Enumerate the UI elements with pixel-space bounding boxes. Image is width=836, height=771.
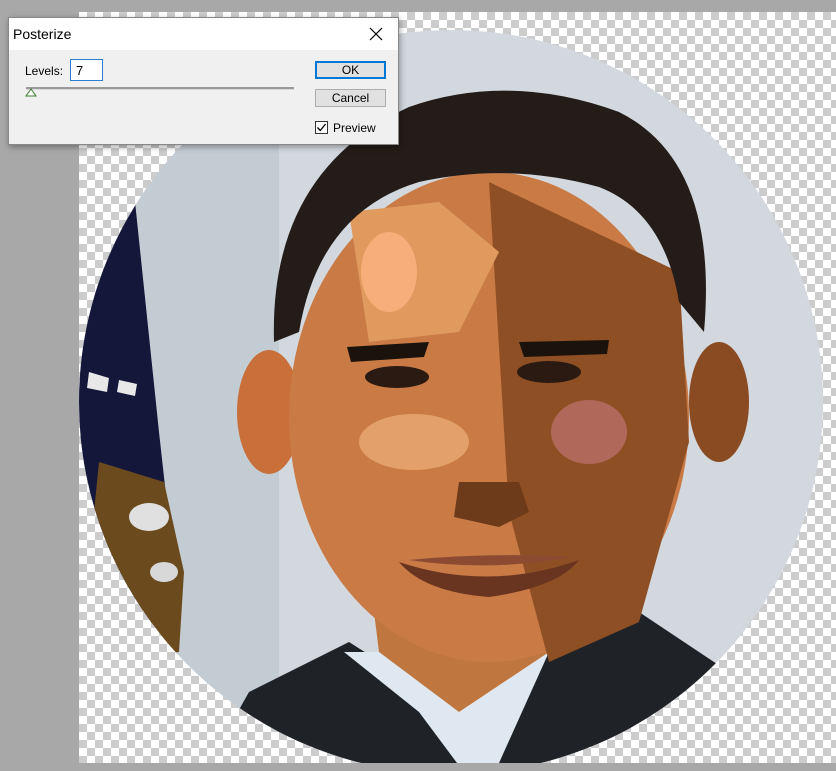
preview-label: Preview: [333, 121, 376, 135]
levels-slider-track[interactable]: [26, 87, 294, 90]
close-icon: [369, 27, 383, 41]
posterize-dialog: Posterize Levels: OK Cancel Preview: [8, 17, 399, 145]
ok-button[interactable]: OK: [315, 61, 386, 79]
levels-input[interactable]: [70, 59, 103, 81]
dialog-title: Posterize: [13, 26, 72, 42]
slider-thumb-icon[interactable]: [25, 88, 37, 97]
levels-label: Levels:: [25, 64, 64, 78]
checkmark-icon: [317, 123, 327, 132]
close-button[interactable]: [354, 18, 398, 50]
dialog-titlebar[interactable]: Posterize: [9, 18, 398, 50]
cancel-button[interactable]: Cancel: [315, 89, 386, 107]
preview-checkbox[interactable]: [315, 121, 328, 134]
